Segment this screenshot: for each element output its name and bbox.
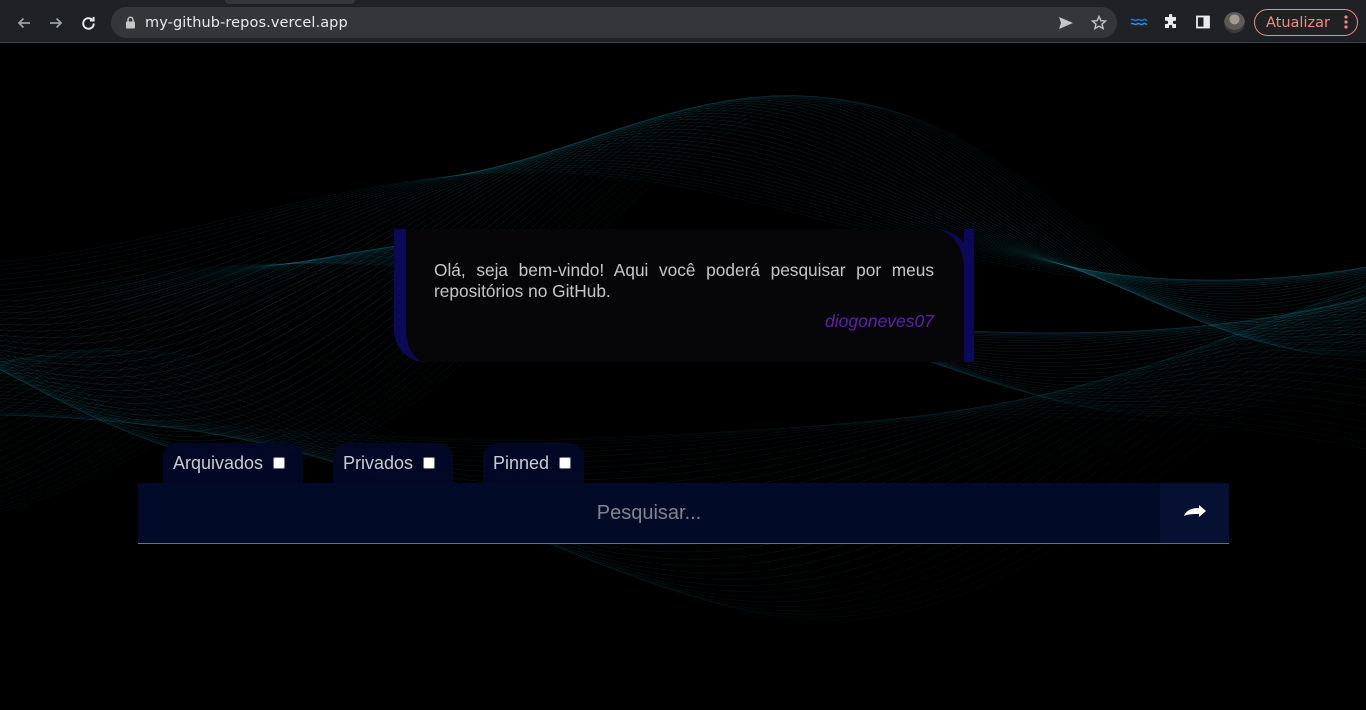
search-bar xyxy=(138,483,1229,544)
reload-button[interactable] xyxy=(74,9,102,37)
send-icon[interactable] xyxy=(1057,14,1075,32)
filter-pinned-checkbox[interactable] xyxy=(559,457,572,469)
wave-line xyxy=(0,409,1366,443)
address-bar[interactable]: my-github-repos.vercel.app xyxy=(111,7,1117,38)
wave-background xyxy=(0,95,1366,621)
filter-arquivados[interactable]: Arquivados xyxy=(163,443,303,483)
puzzle-icon[interactable] xyxy=(1160,11,1182,33)
wave-line xyxy=(0,413,1366,444)
search-submit-button[interactable] xyxy=(1160,483,1229,543)
url-text[interactable]: my-github-repos.vercel.app xyxy=(145,15,348,31)
extension-wave-icon[interactable] xyxy=(1128,11,1150,33)
forward-button[interactable] xyxy=(42,9,70,37)
wave-line xyxy=(0,400,1366,450)
update-label: Atualizar xyxy=(1266,14,1330,31)
reload-icon xyxy=(81,16,95,30)
side-panel-icon[interactable] xyxy=(1192,11,1214,33)
filter-privados-checkbox[interactable] xyxy=(423,457,436,469)
forward-arrow-icon xyxy=(50,17,63,29)
browser-toolbar: my-github-repos.vercel.app Atualizar xyxy=(0,0,1366,43)
star-icon[interactable] xyxy=(1090,14,1108,32)
page-content: Olá, seja bem-vindo! Aqui você poderá pe… xyxy=(0,43,1366,710)
filter-label: Arquivados xyxy=(173,452,264,473)
welcome-card: Olá, seja bem-vindo! Aqui você poderá pe… xyxy=(394,229,974,362)
profile-avatar[interactable] xyxy=(1224,12,1245,33)
filter-pinned[interactable]: Pinned xyxy=(483,443,584,483)
search-input[interactable] xyxy=(138,483,1160,543)
update-button[interactable]: Atualizar xyxy=(1254,9,1358,36)
back-arrow-icon xyxy=(17,17,30,29)
kebab-menu-icon[interactable] xyxy=(1344,14,1348,30)
filter-label: Pinned xyxy=(493,452,550,473)
filter-arquivados-checkbox[interactable] xyxy=(273,457,286,469)
active-tab-edge xyxy=(225,0,355,4)
lock-icon[interactable] xyxy=(123,16,137,30)
back-button[interactable] xyxy=(10,9,38,37)
filter-privados[interactable]: Privados xyxy=(333,443,453,483)
filter-label: Privados xyxy=(343,452,414,473)
arrow-right-icon xyxy=(1183,505,1206,517)
welcome-author: diogoneves07 xyxy=(825,311,934,331)
welcome-message: Olá, seja bem-vindo! Aqui você poderá pe… xyxy=(434,260,934,301)
